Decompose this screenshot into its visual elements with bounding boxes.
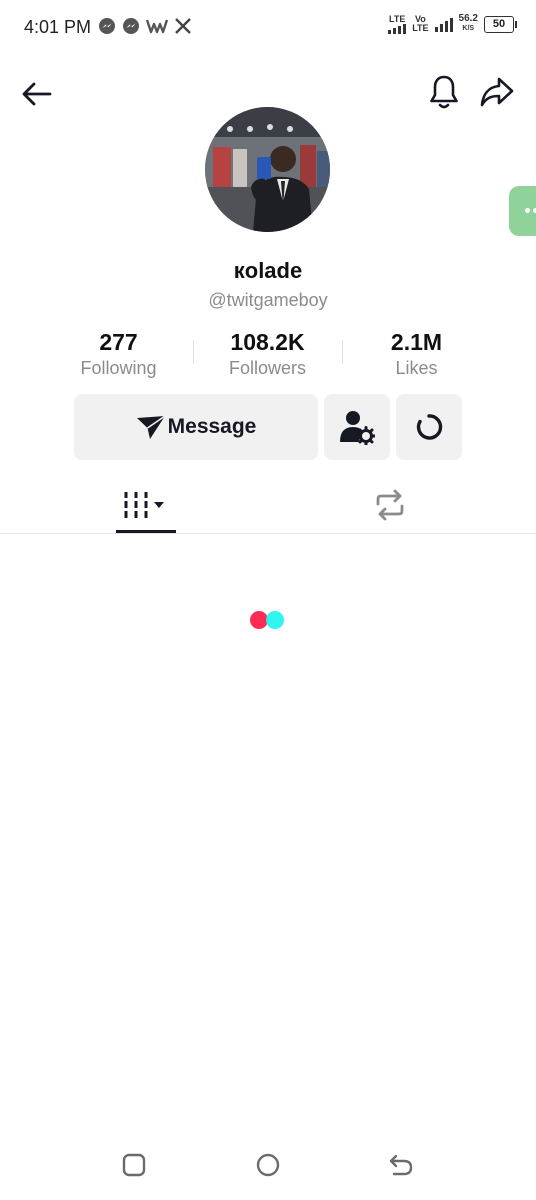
system-navigation-bar — [0, 1140, 536, 1188]
home-button[interactable] — [255, 1152, 281, 1178]
stat-label: Likes — [395, 358, 438, 378]
stat-following[interactable]: 277 Following — [44, 328, 193, 382]
stat-label: Followers — [228, 358, 307, 378]
lte-indicator: LTE — [388, 14, 407, 34]
friend-settings-button[interactable] — [324, 394, 390, 460]
username: @twitgameboy — [208, 290, 328, 310]
back-curve-icon — [389, 1154, 413, 1176]
message-button-label: Message — [167, 415, 257, 438]
refresh-icon — [416, 414, 443, 440]
stat-value: 2.1M — [390, 329, 443, 355]
messenger-icon — [122, 17, 140, 35]
person-gear-icon — [340, 411, 375, 445]
avatar-photo — [205, 107, 330, 232]
tab-reposts[interactable] — [354, 476, 426, 533]
messenger-icon — [98, 17, 116, 35]
arrow-left-icon — [22, 82, 52, 106]
square-icon — [122, 1153, 146, 1177]
volte-indicator: Vo LTE — [412, 14, 429, 33]
signal-icon — [388, 23, 407, 34]
loading-indicator — [250, 611, 286, 629]
battery-icon: 50 — [484, 15, 517, 33]
display-name: кolade — [233, 258, 303, 283]
bell-icon — [430, 75, 458, 109]
active-tab-indicator — [116, 530, 176, 533]
refresh-button[interactable] — [396, 394, 462, 460]
network-speed: 56.2 K/S — [458, 13, 478, 33]
share-button[interactable] — [476, 72, 518, 112]
status-bar: 4:01 PM LTE Vo LTE 56.2 K/S 50 — [0, 0, 536, 56]
recents-button[interactable] — [121, 1152, 147, 1178]
signal-icon — [434, 16, 453, 32]
circle-icon — [256, 1153, 280, 1177]
stat-value: 108.2K — [230, 329, 305, 355]
back-button[interactable] — [16, 74, 56, 114]
notification-bell-button[interactable] — [424, 72, 464, 112]
stat-likes[interactable]: 2.1M Likes — [342, 328, 491, 382]
w-app-icon — [146, 17, 168, 35]
message-button[interactable]: Message — [74, 394, 318, 460]
floating-side-tab[interactable] — [509, 186, 536, 236]
status-time: 4:01 PM — [24, 17, 92, 37]
loader-dot-cyan — [266, 611, 284, 629]
notification-icons — [98, 17, 192, 35]
system-indicators: LTE Vo LTE 56.2 K/S 50 — [388, 13, 517, 34]
send-icon — [136, 415, 166, 439]
stat-value: 277 — [99, 329, 138, 355]
content-tabs — [0, 476, 536, 534]
back-nav-button[interactable] — [388, 1152, 414, 1178]
grid-dropdown-icon — [124, 491, 164, 518]
profile-avatar[interactable] — [205, 107, 330, 232]
profile-stats: 277 Following 108.2K Followers 2.1M Like… — [44, 328, 492, 382]
stat-followers[interactable]: 108.2K Followers — [193, 328, 342, 382]
repost-icon — [376, 489, 404, 520]
stat-label: Following — [80, 358, 157, 378]
tab-videos[interactable] — [110, 476, 182, 533]
x-icon — [174, 17, 192, 35]
share-arrow-icon — [480, 77, 514, 107]
